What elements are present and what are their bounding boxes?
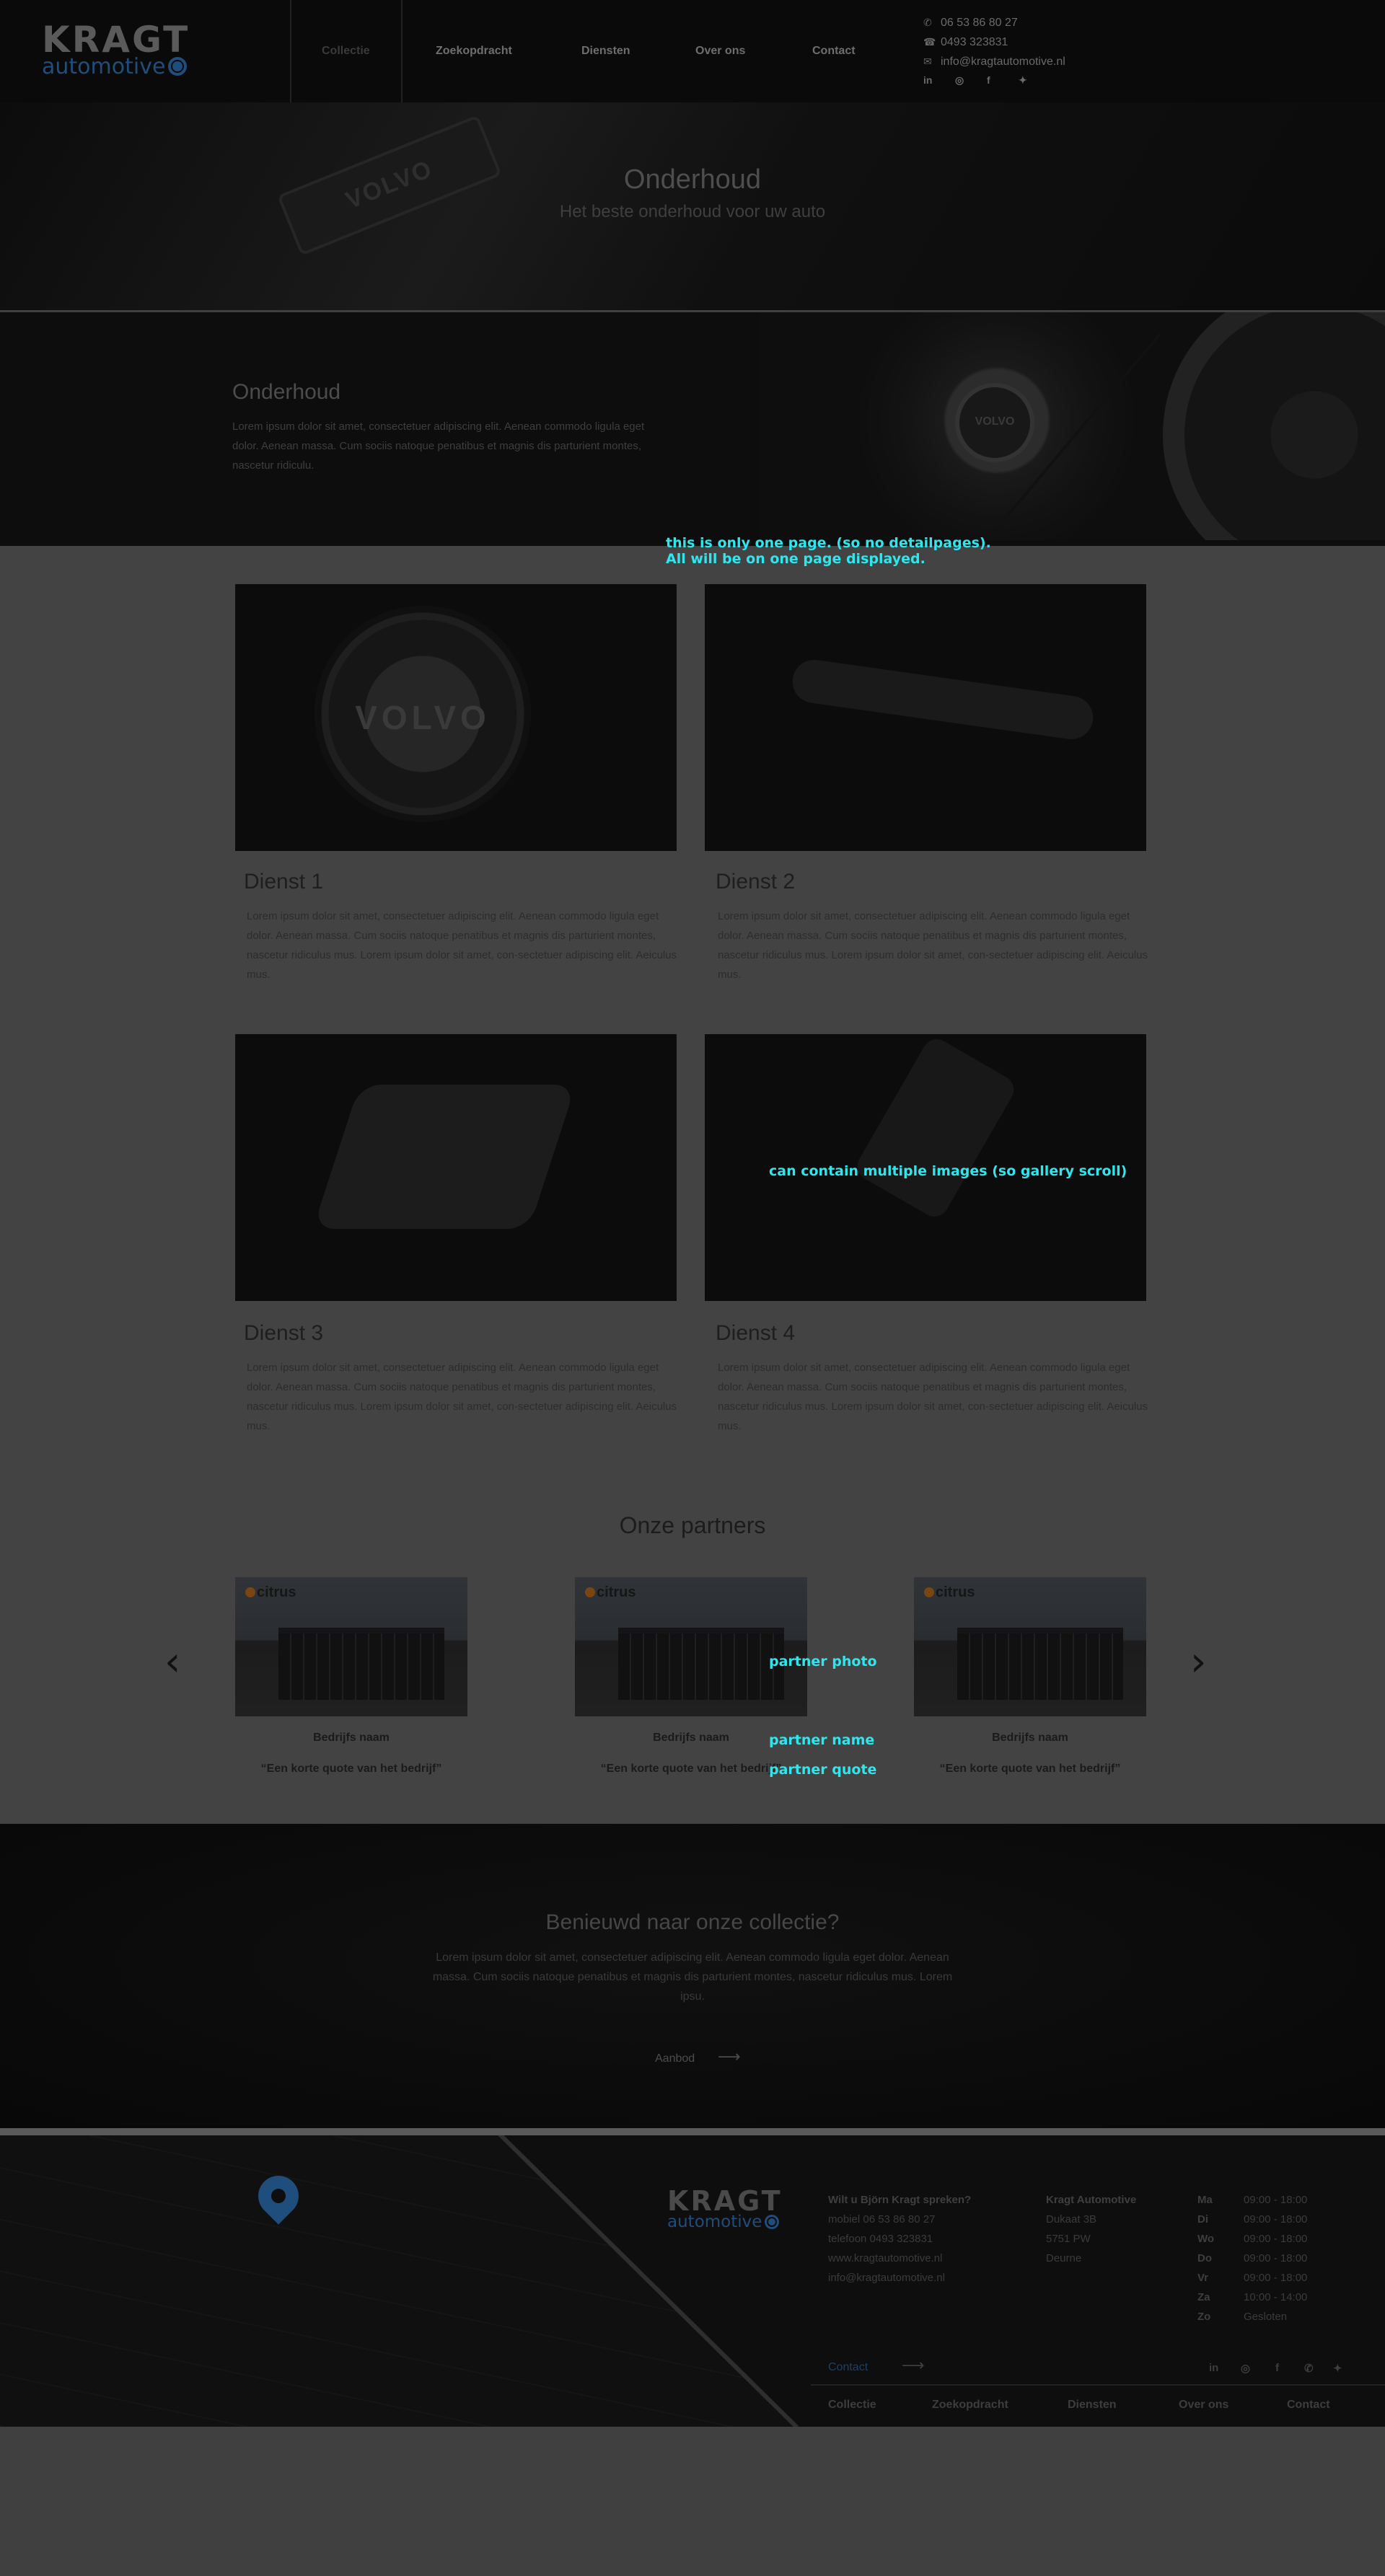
- facebook-icon[interactable]: f: [1275, 2362, 1279, 2374]
- logo-wordmark: KRAGT: [42, 19, 190, 61]
- partner-name: Bedrijfs naam: [313, 1732, 390, 1744]
- partner-photo: citrus: [575, 1577, 807, 1716]
- site-header: KRAGT automotive Collectie Zoekopdracht …: [0, 0, 1385, 102]
- location-map[interactable]: [0, 2135, 793, 2427]
- footer-nav-diensten[interactable]: Diensten: [1068, 2399, 1117, 2412]
- annotation-one-page: this is only one page. (so no detailpage…: [666, 535, 991, 567]
- footer-contact-link[interactable]: Contact: [828, 2361, 868, 2374]
- whatsapp-icon[interactable]: ✆: [1304, 2362, 1314, 2375]
- logo-subtitle: automotive: [42, 56, 190, 78]
- nav-zoekopdracht[interactable]: Zoekopdracht: [436, 45, 512, 58]
- steering-emblem-graphic: VOLVO: [955, 383, 1034, 462]
- nav-collectie[interactable]: Collectie: [322, 45, 370, 58]
- nav-contact[interactable]: Contact: [812, 45, 856, 58]
- footer-nav-over-ons[interactable]: Over ons: [1179, 2399, 1228, 2412]
- carousel-next-arrow-icon[interactable]: ›: [1190, 1642, 1206, 1682]
- intro-image: VOLVO: [759, 312, 1385, 540]
- service-text-1: Lorem ipsum dolor sit amet, consectetuer…: [247, 910, 677, 981]
- footer-nav-collectie[interactable]: Collectie: [828, 2399, 876, 2412]
- logo[interactable]: KRAGT automotive: [42, 22, 190, 78]
- partners-section: Onze partners ‹ › citrus citrus citrus B…: [0, 1483, 1385, 1824]
- intro-section: Onderhoud Lorem ipsum dolor sit amet, co…: [0, 312, 1385, 546]
- linkedin-icon[interactable]: in: [1209, 2362, 1218, 2374]
- service-title-4: Dienst 4: [716, 1321, 796, 1345]
- service-image-2[interactable]: [705, 584, 1146, 851]
- footer-email[interactable]: info@kragtautomotive.nl: [828, 2268, 971, 2288]
- hero-subtitle: Het beste onderhoud voor uw auto: [559, 202, 826, 221]
- header-mobile[interactable]: 06 53 86 80 27: [941, 17, 1018, 30]
- twitter-icon[interactable]: ✦: [1019, 74, 1050, 87]
- partner-photo: citrus: [235, 1577, 467, 1716]
- cta-title: Benieuwd naar onze collectie?: [545, 1910, 840, 1934]
- section-divider: [0, 2128, 1385, 2135]
- footer-phone[interactable]: telefoon 0493 323831: [828, 2229, 971, 2249]
- globe-icon: [765, 2215, 780, 2229]
- annotation-partner-name: partner name: [769, 1732, 875, 1748]
- partner-photo: citrus: [914, 1577, 1146, 1716]
- partner-quote: “Een korte quote van het bedrijf”: [260, 1763, 442, 1775]
- nav-divider: [290, 0, 291, 102]
- annotation-partner-photo: partner photo: [769, 1654, 877, 1669]
- services-section: [0, 546, 1385, 1483]
- site-footer: KRAGT automotive Wilt u Björn Kragt spre…: [0, 2135, 1385, 2427]
- service-image-1[interactable]: VOLVO: [235, 584, 677, 851]
- aanbod-button[interactable]: Aanbod: [655, 2052, 695, 2065]
- nav-diensten[interactable]: Diensten: [581, 45, 630, 58]
- nav-over-ons[interactable]: Over ons: [695, 45, 745, 58]
- twitter-icon[interactable]: ✦: [1333, 2362, 1342, 2375]
- carousel-prev-arrow-icon[interactable]: ‹: [164, 1642, 180, 1682]
- opening-hours: Ma 09:00 - 18:00 Di 09:00 - 18:00 Wo 09:00 …: [1197, 2194, 1308, 2323]
- globe-icon: [168, 57, 188, 76]
- annotation-partner-quote: partner quote: [769, 1762, 877, 1778]
- service-title-2: Dienst 2: [716, 870, 796, 894]
- whatsapp-icon: ✆: [923, 17, 932, 28]
- instagram-icon[interactable]: ◎: [955, 74, 987, 87]
- arrow-right-icon[interactable]: ⟶: [902, 2357, 925, 2375]
- facebook-icon[interactable]: f: [987, 74, 1019, 87]
- service-text-2: Lorem ipsum dolor sit amet, consectetuer…: [718, 910, 1148, 981]
- cta-section: Benieuwd naar onze collectie? Lorem ipsu…: [0, 1824, 1385, 2128]
- hero-banner: VOLVO Onderhoud Het beste onderhoud voor…: [0, 102, 1385, 310]
- footer-address-column: Kragt Automotive Dukaat 3B 5751 PW Deurn…: [1046, 2194, 1137, 2264]
- footer-logo[interactable]: KRAGT automotive: [667, 2187, 783, 2231]
- arrow-right-icon[interactable]: ⟶: [718, 2048, 741, 2066]
- header-phone[interactable]: 0493 323831: [941, 36, 1008, 49]
- cta-text: Lorem ipsum dolor sit amet, consectetuer…: [432, 1951, 953, 2003]
- footer-nav-zoekopdracht[interactable]: Zoekopdracht: [932, 2399, 1008, 2412]
- service-image-3[interactable]: [235, 1034, 677, 1301]
- service-title-1: Dienst 1: [244, 870, 324, 894]
- partner-quote: “Een korte quote van het bedrijf”: [939, 1763, 1121, 1775]
- intro-text: Lorem ipsum dolor sit amet, consectetuer…: [232, 420, 645, 472]
- footer-mobile[interactable]: mobiel 06 53 86 80 27: [828, 2210, 971, 2229]
- footer-website[interactable]: www.kragtautomotive.nl: [828, 2249, 971, 2268]
- footer-nav-contact[interactable]: Contact: [1287, 2399, 1330, 2412]
- nav-divider: [401, 0, 403, 102]
- service-text-3: Lorem ipsum dolor sit amet, consectetuer…: [247, 1362, 677, 1432]
- annotation-gallery: can contain multiple images (so gallery …: [769, 1163, 1127, 1179]
- linkedin-icon[interactable]: in: [923, 74, 955, 87]
- header-contact: ✆ 06 53 86 80 27 ☎ 0493 323831 ✉ info@kragt…: [923, 13, 1065, 87]
- footer-contact-column: Wilt u Björn Kragt spreken? mobiel 06 53…: [828, 2190, 971, 2288]
- header-email[interactable]: info@kragtautomotive.nl: [941, 56, 1065, 69]
- service-text-4: Lorem ipsum dolor sit amet, consectetuer…: [718, 1362, 1148, 1432]
- partner-name: Bedrijfs naam: [992, 1732, 1068, 1744]
- mail-icon: ✉: [923, 56, 932, 67]
- hero-title: Onderhoud: [623, 164, 762, 195]
- partners-title: Onze partners: [619, 1512, 766, 1538]
- intro-title: Onderhoud: [232, 380, 341, 404]
- phone-icon: ☎: [923, 36, 936, 48]
- footer-divider: [811, 2384, 1385, 2386]
- instagram-icon[interactable]: ◎: [1241, 2362, 1250, 2375]
- wheel-graphic: [1163, 312, 1385, 540]
- service-title-3: Dienst 3: [244, 1321, 324, 1345]
